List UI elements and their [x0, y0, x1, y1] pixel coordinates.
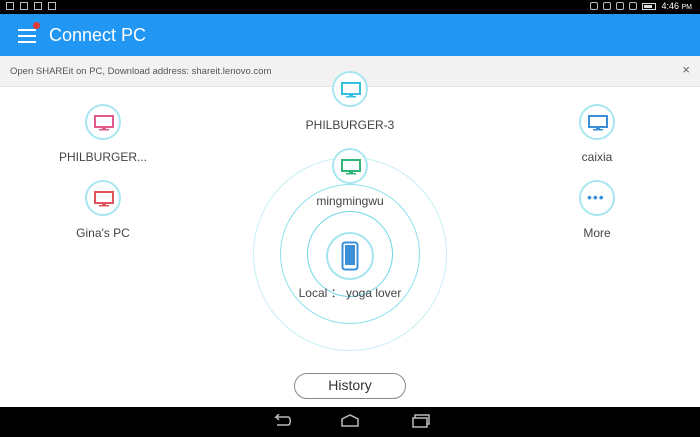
mail-icon [20, 2, 28, 10]
download-icon [48, 2, 56, 10]
device-name: Gina's PC [76, 226, 130, 240]
monitor-icon [579, 104, 615, 140]
device-name: PHILBURGER-3 [305, 118, 395, 132]
clock: 4:46 PM [661, 1, 692, 11]
more-label: More [583, 226, 611, 240]
more-dots-icon: ••• [579, 180, 615, 216]
vibrate-icon [603, 2, 612, 10]
app-bar: Connect PC [0, 14, 700, 56]
notification-icons [6, 2, 56, 10]
home-icon[interactable] [339, 414, 361, 433]
close-icon[interactable]: × [682, 63, 690, 77]
phone-icon [326, 232, 374, 280]
clock-ampm: PM [681, 4, 693, 11]
wifi-icon [629, 2, 638, 10]
page-title: Connect PC [49, 25, 147, 45]
notification-badge [33, 22, 40, 29]
monitor-icon [85, 180, 121, 216]
alarm-icon [616, 2, 625, 10]
navigation-bar [0, 407, 700, 437]
clock-time: 4:46 [661, 1, 679, 11]
notification-icon [6, 2, 14, 10]
status-bar: 4:46 PM [0, 0, 700, 14]
monitor-icon [85, 104, 121, 140]
recents-icon[interactable] [410, 414, 432, 433]
connect-pc-screen: 4:46 PM Connect PC Open SHAREit on PC, D… [0, 0, 700, 437]
back-icon[interactable] [270, 413, 292, 433]
monitor-icon [332, 148, 368, 184]
bluetooth-icon [590, 2, 599, 10]
image-icon [34, 2, 42, 10]
device-name: caixia [581, 150, 613, 164]
monitor-icon [332, 71, 368, 107]
local-device-label: Local ： yoga lover [298, 286, 402, 300]
history-button[interactable]: History [294, 373, 406, 399]
battery-icon [642, 2, 657, 10]
download-notice-text: Open SHAREit on PC, Download address: sh… [10, 66, 272, 77]
system-icons: 4:46 PM [590, 1, 692, 11]
device-name: PHILBURGER... [58, 150, 148, 164]
device-name: mingmingwu [316, 194, 384, 208]
